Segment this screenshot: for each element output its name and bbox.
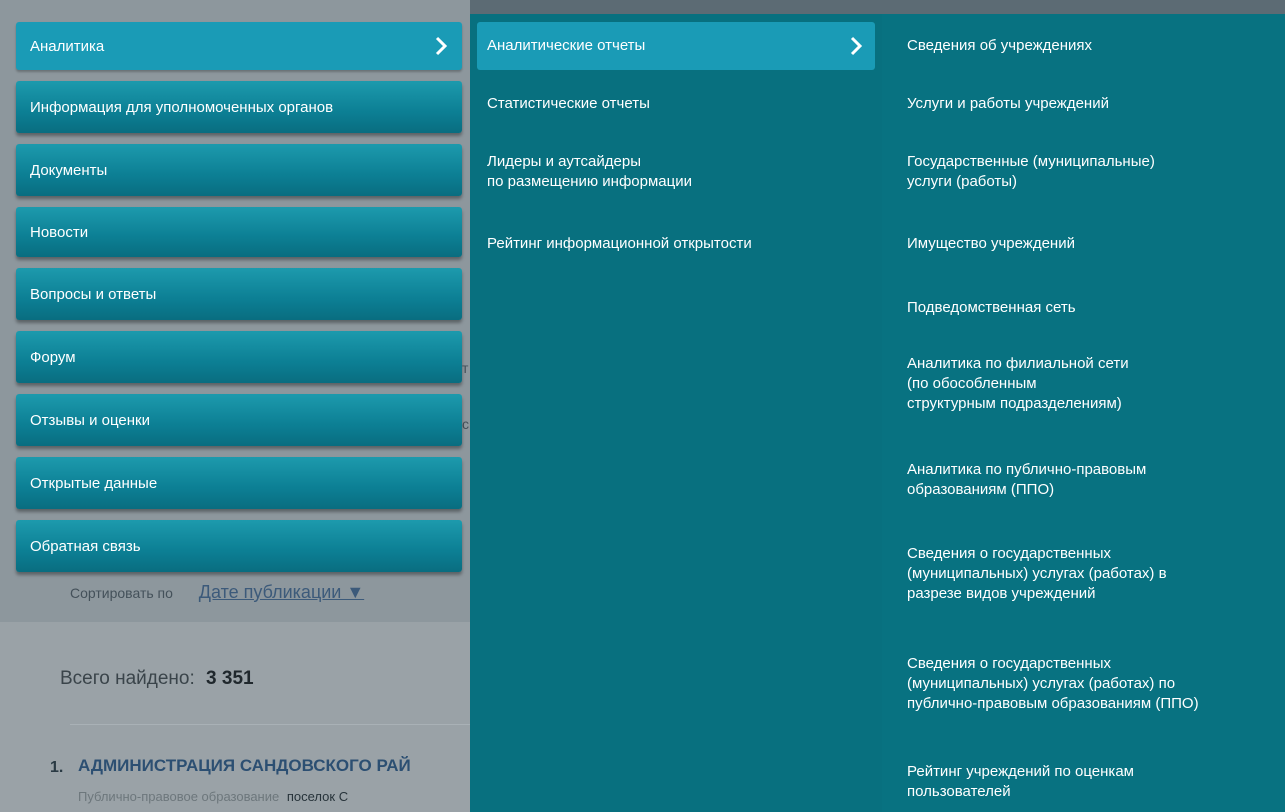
nav-item-forum[interactable]: Форум bbox=[16, 331, 462, 383]
chevron-right-icon bbox=[850, 36, 863, 56]
nav-item-analytics[interactable]: Аналитика bbox=[16, 22, 462, 70]
report-link-label: публично-правовым образованиям (ППО) bbox=[907, 695, 1199, 712]
result-sub-label: Публично-правовое образование bbox=[78, 789, 280, 804]
submenu-item-leaders-outsiders[interactable]: Лидеры и аутсайдеры по размещению информ… bbox=[487, 152, 692, 192]
report-link-label: пользователей bbox=[907, 783, 1011, 800]
report-link-subordinate-network[interactable]: Подведомственная сеть bbox=[907, 298, 1285, 318]
report-link-services-by-type[interactable]: Сведения о государственных (муниципальны… bbox=[907, 544, 1285, 604]
submenu-item-label: Рейтинг информационной открытости bbox=[487, 235, 752, 252]
report-link-label: образованиям (ППО) bbox=[907, 481, 1055, 498]
report-link-label: Услуги и работы учреждений bbox=[907, 95, 1109, 112]
sort-dropdown[interactable]: Дате публикации ▼ bbox=[199, 582, 364, 602]
peek-text: т bbox=[462, 360, 469, 376]
submenu-analytical-reports: Сведения об учреждениях Услуги и работы … bbox=[882, 14, 1285, 812]
report-link-label: структурным подразделениям) bbox=[907, 395, 1122, 412]
chevron-right-icon bbox=[435, 36, 448, 56]
found-count-row: Всего найдено: 3 351 bbox=[60, 668, 254, 690]
nav-item-feedback[interactable]: Обратная связь bbox=[16, 520, 462, 572]
submenu-item-statistical-reports[interactable]: Статистические отчеты bbox=[487, 94, 650, 114]
submenu-item-label: Лидеры и аутсайдеры bbox=[487, 153, 641, 170]
nav-item-open-data[interactable]: Открытые данные bbox=[16, 457, 462, 509]
nav-item-label: Вопросы и ответы bbox=[30, 285, 157, 303]
report-link-branch-network[interactable]: Аналитика по филиальной сети (по обособл… bbox=[907, 354, 1285, 414]
submenu-item-analytical-reports[interactable]: Аналитические отчеты bbox=[477, 22, 875, 70]
nav-item-label: Новости bbox=[30, 223, 89, 241]
nav-item-news[interactable]: Новости bbox=[16, 207, 462, 257]
main-nav-menu: Аналитика Информация для уполномоченных … bbox=[16, 22, 462, 583]
report-link-institutions[interactable]: Сведения об учреждениях bbox=[907, 36, 1285, 56]
submenu-item-label: по размещению информации bbox=[487, 173, 692, 190]
report-link-label: Аналитика по филиальной сети bbox=[907, 355, 1129, 372]
report-link-label: разрезе видов учреждений bbox=[907, 585, 1096, 602]
submenu-analytics: Аналитические отчеты Статистические отче… bbox=[470, 14, 882, 812]
sort-row: Сортировать по Дате публикации ▼ bbox=[70, 582, 364, 603]
nav-item-label: Обратная связь bbox=[30, 537, 141, 555]
report-link-user-rating[interactable]: Рейтинг учреждений по оценкам пользовате… bbox=[907, 762, 1285, 802]
nav-item-authorities[interactable]: Информация для уполномоченных органов bbox=[16, 81, 462, 133]
nav-item-label: Форум bbox=[30, 348, 76, 366]
found-count: 3 351 bbox=[206, 668, 254, 689]
report-link-label: (по обособленным bbox=[907, 375, 1037, 392]
report-link-label: услуги (работы) bbox=[907, 173, 1018, 190]
report-link-label: (муниципальных) услугах (работах) в bbox=[907, 565, 1167, 582]
report-link-label: Рейтинг учреждений по оценкам bbox=[907, 763, 1134, 780]
result-subtitle: Публично-правовое образование поселок С bbox=[78, 789, 470, 804]
report-link-label: Государственные (муниципальные) bbox=[907, 153, 1155, 170]
sort-label: Сортировать по bbox=[70, 585, 173, 601]
nav-item-label: Аналитика bbox=[30, 37, 105, 55]
result-title-link[interactable]: АДМИНИСТРАЦИЯ САНДОВСКОГО РАЙ bbox=[78, 756, 470, 776]
divider bbox=[70, 724, 470, 725]
submenu-item-openness-rating[interactable]: Рейтинг информационной открытости bbox=[487, 234, 752, 254]
report-link-label: Имущество учреждений bbox=[907, 235, 1075, 252]
report-link-label: Подведомственная сеть bbox=[907, 299, 1076, 316]
report-link-label: Сведения о государственных bbox=[907, 545, 1111, 562]
report-link-property[interactable]: Имущество учреждений bbox=[907, 234, 1285, 254]
submenu-item-label: Аналитические отчеты bbox=[487, 37, 646, 54]
report-link-label: Сведения о государственных bbox=[907, 655, 1111, 672]
submenu-item-label: Статистические отчеты bbox=[487, 95, 650, 112]
report-link-services-works[interactable]: Услуги и работы учреждений bbox=[907, 94, 1285, 114]
result-number: 1. bbox=[50, 759, 64, 776]
nav-item-faq[interactable]: Вопросы и ответы bbox=[16, 268, 462, 320]
report-link-state-services[interactable]: Государственные (муниципальные) услуги (… bbox=[907, 152, 1285, 192]
found-label: Всего найдено: bbox=[60, 668, 195, 689]
nav-item-label: Открытые данные bbox=[30, 474, 158, 492]
peek-text: с bbox=[462, 416, 469, 432]
nav-item-label: Информация для уполномоченных органов bbox=[30, 98, 334, 116]
results-area bbox=[0, 622, 470, 812]
nav-item-documents[interactable]: Документы bbox=[16, 144, 462, 196]
nav-item-label: Отзывы и оценки bbox=[30, 411, 150, 429]
result-sub-value: поселок С bbox=[286, 789, 349, 804]
report-link-label: Сведения об учреждениях bbox=[907, 37, 1093, 54]
nav-item-reviews[interactable]: Отзывы и оценки bbox=[16, 394, 462, 446]
report-link-services-by-ppo[interactable]: Сведения о государственных (муниципальны… bbox=[907, 654, 1285, 714]
report-link-label: Аналитика по публично-правовым bbox=[907, 461, 1147, 478]
report-link-label: (муниципальных) услугах (работах) по bbox=[907, 675, 1176, 692]
nav-item-label: Документы bbox=[30, 161, 108, 179]
report-link-ppo-analytics[interactable]: Аналитика по публично-правовым образован… bbox=[907, 460, 1285, 500]
